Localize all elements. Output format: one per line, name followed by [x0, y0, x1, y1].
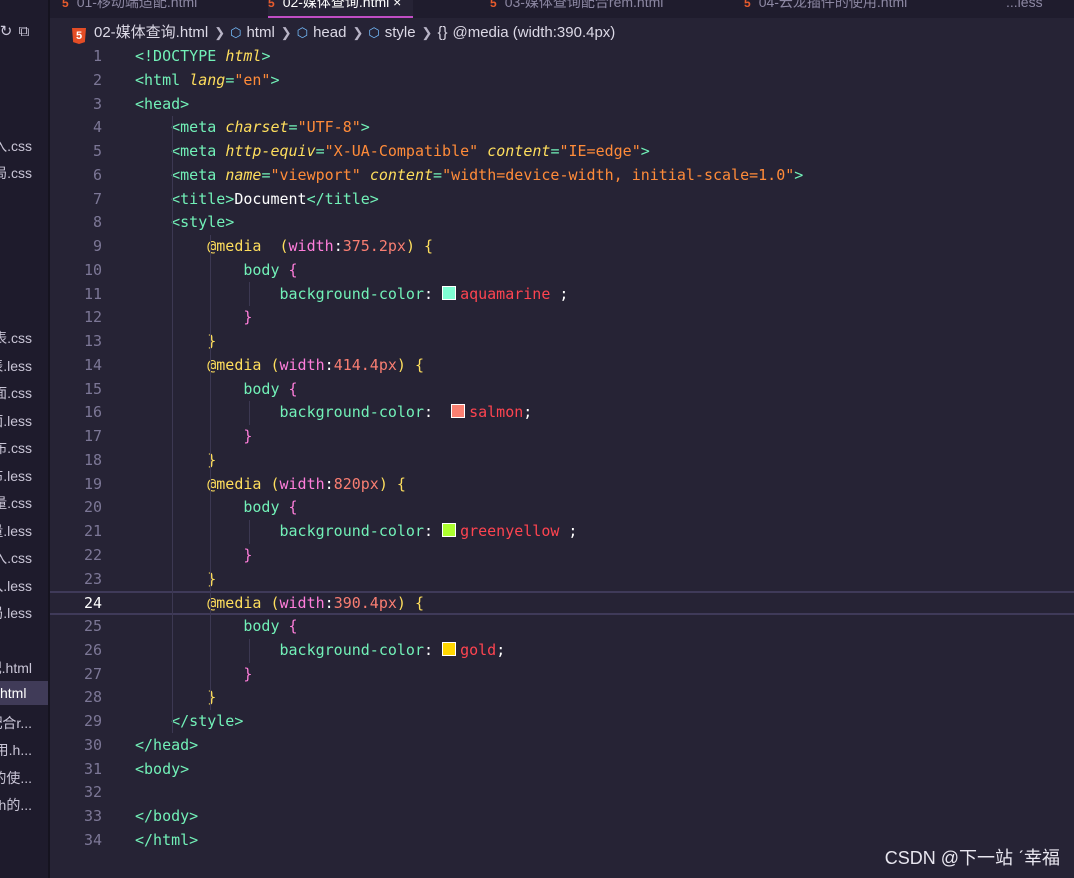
indent-guide: [172, 116, 173, 733]
breadcrumb-head[interactable]: head: [313, 24, 346, 41]
element-icon: ⬡: [296, 25, 309, 40]
indent-guide: [210, 235, 211, 710]
code-line: 7 <title>Document</title>: [92, 189, 379, 208]
code-line: 30 </head>: [83, 735, 199, 754]
element-icon: ⬡: [368, 25, 380, 40]
html5-icon: 5: [490, 0, 497, 10]
code-line: 15 body {: [83, 379, 298, 398]
chevron-right-icon: ❯: [280, 25, 292, 40]
file-item[interactable]: 入.css: [0, 548, 32, 568]
color-swatch-salmon[interactable]: [451, 404, 466, 419]
html5-icon: 5: [62, 0, 69, 10]
code-line: 9 @media (width:375.2px) {: [92, 237, 434, 255]
tab-04[interactable]: 5 04-云龙插件的使用.html: [744, 0, 907, 16]
code-line: 17 }: [83, 427, 253, 445]
indent-guide: [249, 282, 250, 306]
code-line: 29 </style>: [83, 712, 244, 730]
code-editor[interactable]: 1 <!DOCTYPE html> 2 <html lang="en"> 3 <hea…: [50, 45, 1074, 878]
code-line: 2 <html lang="en">: [92, 70, 280, 89]
code-line: 12 }: [83, 308, 253, 327]
tab-strip: 5 01-移动端适配.html 5 02-媒体查询.html × 5 03-媒体查询配…: [50, 0, 1074, 18]
code-line: 26 background-color: gold;: [83, 640, 506, 659]
code-line: 8 <style>: [92, 213, 235, 232]
file-item[interactable]: 量.less: [0, 521, 32, 541]
watermark: CSDN @下一站 ˊ幸福: [884, 848, 1060, 868]
file-item[interactable]: 布.css: [0, 438, 32, 458]
file-item[interactable]: 局.less: [0, 603, 32, 623]
breadcrumb-style[interactable]: style: [385, 24, 416, 41]
code-line: 4 <meta charset="UTF-8">: [92, 118, 370, 137]
code-line: 25 body {: [83, 617, 298, 635]
html5-icon: 5: [268, 0, 275, 10]
color-swatch-gold[interactable]: [442, 641, 457, 656]
file-item[interactable]: 的使...: [0, 768, 32, 788]
file-item-active[interactable]: html: [0, 681, 48, 705]
chevron-right-icon: ❯: [214, 25, 226, 40]
file-item[interactable]: 入.less: [0, 576, 32, 596]
html5-icon: 5: [72, 28, 86, 44]
file-item[interactable]: 配.html: [0, 658, 32, 678]
element-icon: ⬡: [230, 25, 242, 40]
file-item[interactable]: 使用.h...: [0, 740, 32, 760]
file-item[interactable]: 入.css: [0, 136, 32, 156]
code-line: 32: [83, 783, 102, 802]
indent-guide: [249, 639, 250, 663]
breadcrumb-html[interactable]: html: [246, 24, 274, 41]
color-swatch-aquamarine[interactable]: [442, 285, 457, 300]
tab-02-active[interactable]: 5 02-媒体查询.html ×: [268, 0, 414, 18]
file-item[interactable]: 布.less: [0, 466, 32, 486]
code-line: 23 }: [83, 569, 217, 588]
file-item[interactable]: vh的...: [0, 795, 32, 815]
code-line: 10 body {: [83, 260, 298, 279]
code-line: 22 }: [83, 545, 253, 564]
color-swatch-greenyellow[interactable]: [442, 523, 457, 537]
indent-guide: [249, 401, 250, 425]
code-line-current: 24 @media (width:390.4px) {: [50, 591, 1074, 615]
code-line: 3 <head>: [92, 94, 190, 113]
code-line: 27 }: [83, 664, 253, 683]
close-icon[interactable]: ×: [393, 0, 401, 10]
breadcrumb: 5 02-媒体查询.html ❯ ⬡ html ❯ ⬡ head ❯ ⬡ style ❯ {} @medi…: [50, 18, 1074, 48]
code-line: 19 @media (width:820px) {: [83, 474, 406, 493]
indent-guide: [249, 520, 250, 544]
code-line: 1 <!DOCTYPE html>: [92, 47, 271, 65]
code-line: 5 <meta http-equiv="X-UA-Compatible" con…: [92, 142, 650, 160]
breadcrumb-media[interactable]: @media (width:390.4px): [452, 24, 615, 41]
file-item[interactable]: 局.css: [0, 163, 32, 183]
code-line: 13 }: [83, 332, 217, 350]
code-line: 31 <body>: [83, 759, 190, 778]
code-line: 33 </body>: [83, 807, 199, 825]
tab-05[interactable]: ...less: [1006, 0, 1043, 16]
code-line: 6 <meta name="viewport" content="width=d…: [92, 165, 804, 184]
chevron-right-icon: ❯: [352, 25, 364, 40]
code-line: 14 @media (width:414.4px) {: [83, 355, 424, 374]
explorer-sidebar: ↻⧉ 入.css 局.css 表.css 表.less 面.css 面.less…: [0, 0, 48, 878]
file-item[interactable]: 量.css: [0, 493, 32, 513]
explorer-toolbar: ↻ ⧉: [0, 22, 36, 40]
code-line: 28 }: [83, 688, 217, 707]
tab-03[interactable]: 5 03-媒体查询配合rem.html: [490, 0, 663, 16]
braces-icon: {}: [437, 24, 448, 41]
chevron-right-icon: ❯: [421, 25, 433, 40]
code-line: 16 background-color: salmon;: [83, 403, 533, 422]
file-item[interactable]: 面.css: [0, 383, 32, 403]
html5-icon: 5: [744, 0, 751, 10]
file-item[interactable]: 配合r...: [0, 713, 32, 733]
file-item[interactable]: 表.less: [0, 356, 32, 376]
breadcrumb-file[interactable]: 02-媒体查询.html: [94, 24, 208, 41]
code-line: 21 background-color: greenyellow ;: [83, 522, 578, 540]
tab-01[interactable]: 5 01-移动端适配.html: [62, 0, 197, 16]
code-line: 18 }: [83, 450, 217, 469]
code-line: 11 background-color: aquamarine ;: [83, 284, 569, 303]
code-line: 20 body {: [83, 498, 298, 517]
collapse-all-icon[interactable]: ⧉: [12, 22, 36, 40]
file-item[interactable]: 面.less: [0, 411, 32, 431]
file-item[interactable]: 表.css: [0, 328, 32, 348]
